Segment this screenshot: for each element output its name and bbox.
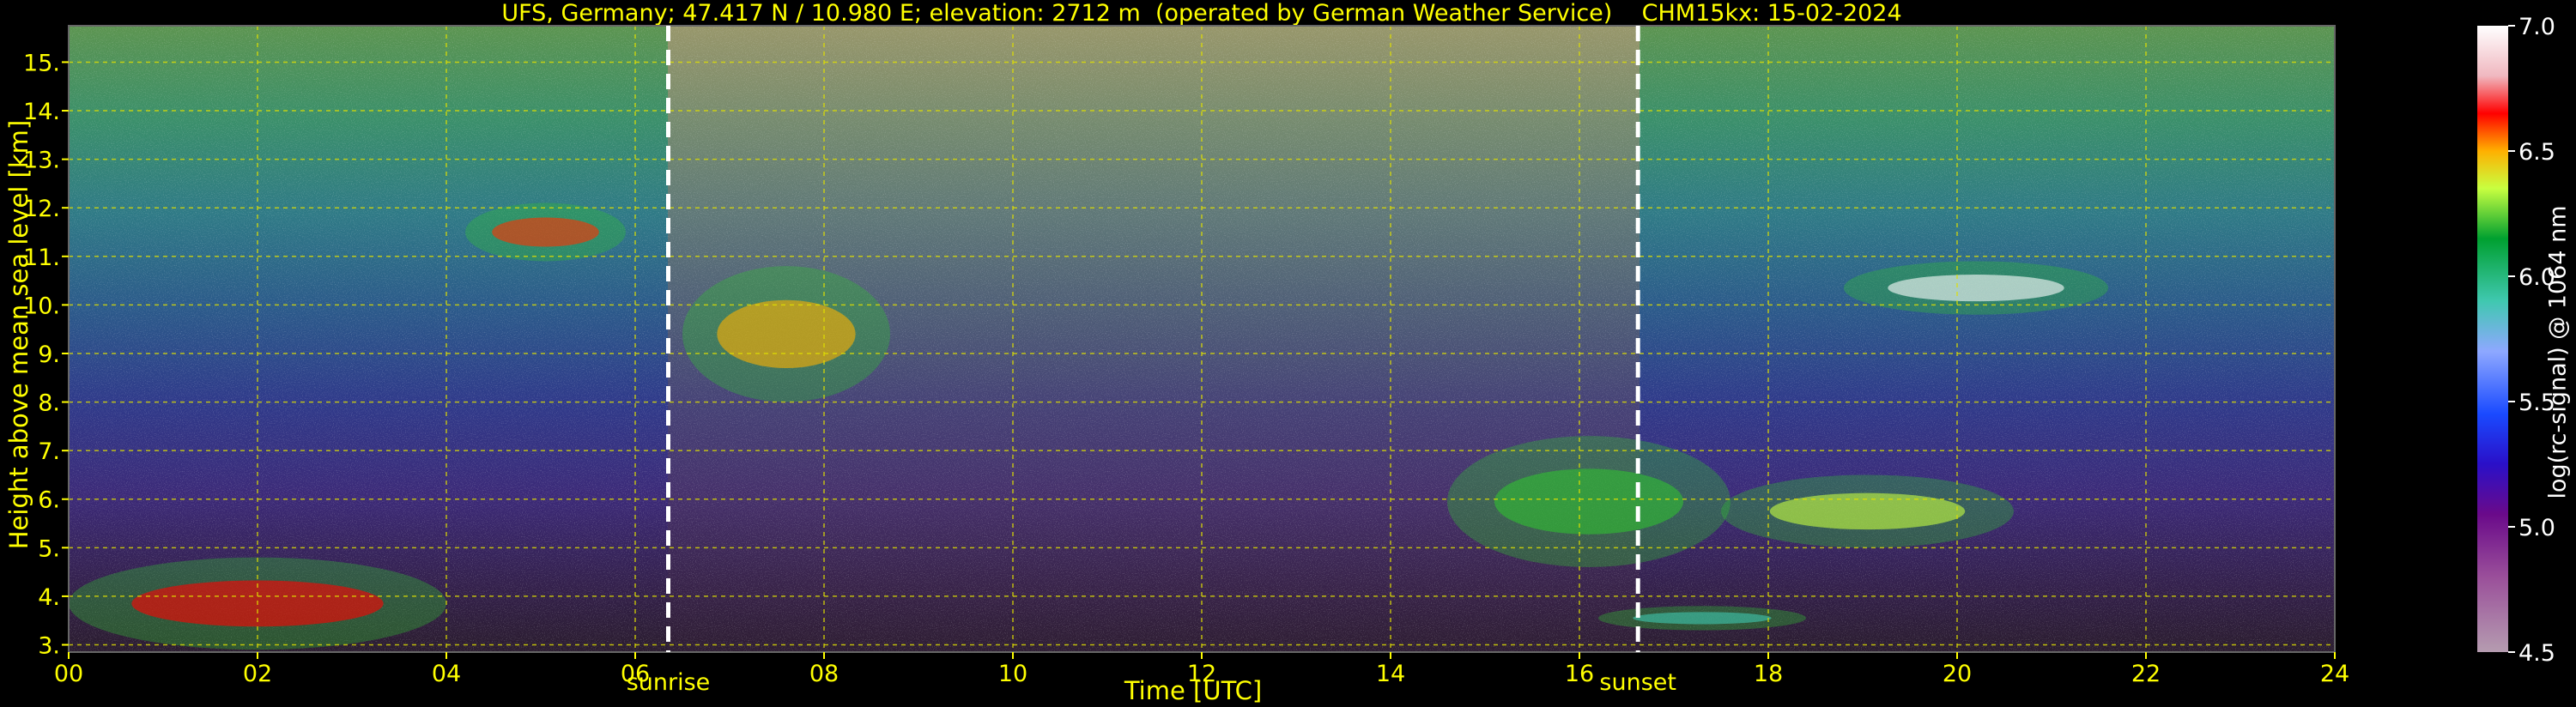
colorbar-tick-label: 4.5	[2518, 640, 2555, 667]
y-tick-label: 5.	[38, 535, 60, 562]
lidar-chart: sunrise sunset 00 02 04 06 08 10 12 14 16 18 20 22 24…	[23, 14, 2555, 696]
x-tick-label: 20	[1943, 661, 1972, 687]
cloud-core	[492, 217, 599, 247]
y-tick-label: 3.	[38, 633, 60, 660]
x-tick-label: 04	[432, 661, 461, 687]
x-axis-label: Time [UTC]	[1124, 676, 1263, 705]
colorbar	[2477, 26, 2508, 652]
colorbar-label: log(rc-signal) @ 1064 nm	[2544, 205, 2572, 499]
cloud-core	[1633, 612, 1772, 625]
y-tick-label: 7.	[38, 438, 60, 465]
cloud-core	[1494, 468, 1683, 535]
y-tick-label: 8.	[38, 390, 60, 417]
x-tick-label: 06	[621, 661, 650, 687]
y-axis-label: Height above mean sea level [km]	[4, 119, 33, 550]
y-tick-label: 6.	[38, 487, 60, 514]
x-tick-label: 16	[1565, 661, 1594, 687]
y-tick-label: 4.	[38, 584, 60, 611]
colorbar-tick-label: 7.0	[2518, 14, 2555, 40]
x-tick-label: 24	[2320, 661, 2349, 687]
x-tick-label: 08	[809, 661, 839, 687]
x-tick-label: 18	[1754, 661, 1783, 687]
y-tick-label: 9.	[38, 341, 60, 368]
cloud-core	[1888, 275, 2064, 302]
annotation-label-sunset: sunset	[1599, 669, 1676, 696]
cloud-core	[1769, 492, 1966, 530]
x-tick-label: 02	[243, 661, 272, 687]
x-tick-label: 22	[2131, 661, 2161, 687]
x-tick-label: 00	[54, 661, 83, 687]
cloud-core	[717, 299, 856, 368]
y-tick-label: 15.	[23, 50, 60, 76]
